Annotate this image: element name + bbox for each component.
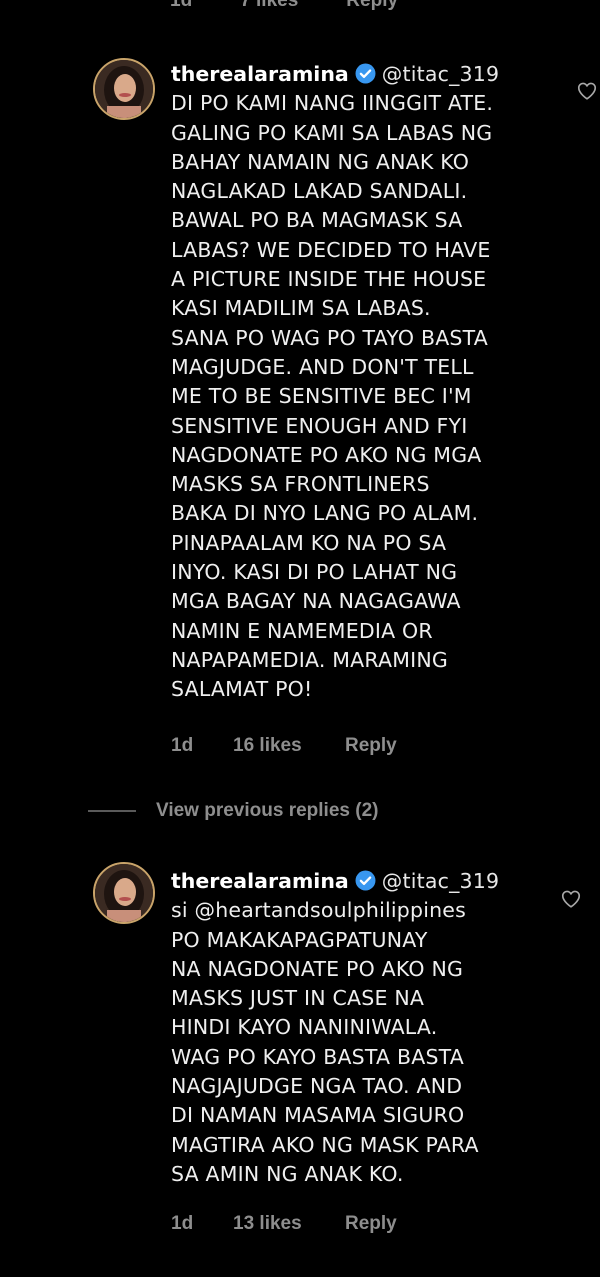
comment-likes[interactable]: 16 likes — [233, 735, 345, 757]
comment-line: INYO. KASI DI PO LAHAT NG — [171, 560, 458, 585]
comment-line: BAHAY NAMAIN NG ANAK KO — [171, 149, 470, 174]
comment-line: BAKA DI NYO LANG PO ALAM. — [171, 501, 479, 526]
comment-time: 1d — [171, 735, 194, 756]
comment-line: KASI MADILIM SA LABAS. — [171, 296, 431, 321]
comment-line: SANA PO WAG PO TAYO BASTA — [171, 325, 489, 350]
comment-line: NAGJAJUDGE NGA TAO. AND — [171, 1074, 463, 1099]
previous-comment-meta: 1d 7 likes Reply — [170, 0, 398, 12]
divider-line — [88, 810, 136, 812]
comment-line: GALING PO KAMI SA LABAS NG — [171, 120, 493, 145]
comment-line: BAWAL PO BA MAGMASK SA — [171, 208, 463, 233]
heart-outline-icon[interactable] — [560, 888, 582, 910]
profile-photo — [95, 864, 153, 922]
comment-mention[interactable]: @titac_319 — [382, 62, 499, 86]
comment-line: NAMIN E NAMEMEDIA OR — [171, 618, 433, 643]
verified-badge-icon — [355, 63, 376, 84]
comment-line: PINAPAALAM KO NA PO SA — [171, 530, 447, 555]
avatar[interactable] — [93, 862, 155, 924]
previous-comment-time: 1d — [170, 0, 193, 11]
profile-photo — [95, 60, 153, 118]
comment-line: SA AMIN NG ANAK KO. — [171, 1161, 404, 1186]
comment-body: therealaramina @titac_319 DI PO KAMI NANG… — [171, 60, 551, 705]
reply-button[interactable]: Reply — [345, 1213, 397, 1235]
comment-line: MAGJUDGE. AND DON'T TELL — [171, 354, 474, 379]
comment-username[interactable]: therealaramina — [171, 869, 349, 893]
comment-time: 1d — [171, 1213, 194, 1234]
avatar[interactable] — [93, 58, 155, 120]
comment-line: MGA BAGAY NA NAGAGAWA — [171, 589, 461, 614]
comment-username[interactable]: therealaramina — [171, 62, 349, 86]
comment-likes[interactable]: 13 likes — [233, 1213, 345, 1235]
comment-line: LABAS? WE DECIDED TO HAVE — [171, 237, 491, 262]
comment-line: PO MAKAKAPAGPATUNAY — [171, 927, 428, 952]
reply-button[interactable]: Reply — [345, 735, 397, 757]
comment-line: MAGTIRA AKO NG MASK PARA — [171, 1132, 479, 1157]
comment-meta: 1d 16 likes Reply — [171, 735, 397, 757]
view-previous-replies-button[interactable]: View previous replies (2) — [88, 800, 378, 822]
comment-body: therealaramina @titac_319 si @heartandsou… — [171, 867, 551, 1189]
comment-line: NAGDONATE PO AKO NG MGA — [171, 442, 482, 467]
comment-line: SALAMAT PO! — [171, 677, 313, 702]
comment-line: A PICTURE INSIDE THE HOUSE — [171, 267, 487, 292]
previous-comment-likes[interactable]: 7 likes — [240, 0, 298, 12]
verified-badge-icon — [355, 870, 376, 891]
comment-line: NAGLAKAD LAKAD SANDALI. — [171, 179, 468, 204]
comment-line: ME TO BE SENSITIVE BEC I'M — [171, 384, 472, 409]
comment-line: SENSITIVE ENOUGH AND FYI — [171, 413, 468, 438]
comment-line: MASKS SA FRONTLINERS — [171, 472, 430, 497]
comment-line: NA NAGDONATE PO AKO NG — [171, 956, 464, 981]
comment-meta: 1d 13 likes Reply — [171, 1213, 397, 1235]
comment-line: DI PO KAMI NANG IINGGIT ATE. — [171, 91, 494, 116]
view-previous-replies-label: View previous replies (2) — [156, 800, 379, 821]
comment-line: si @heartandsoulphilippines — [171, 898, 467, 923]
heart-outline-icon[interactable] — [576, 80, 598, 102]
comment-header-line: therealaramina @titac_319 — [171, 867, 551, 896]
comment-line: WAG PO KAYO BASTA BASTA — [171, 1044, 465, 1069]
previous-comment-reply-button[interactable]: Reply — [346, 0, 398, 12]
comment-line: HINDI KAYO NANINIWALA. — [171, 1015, 438, 1040]
comment-header-line: therealaramina @titac_319 — [171, 60, 551, 89]
comment-line: DI NAMAN MASAMA SIGURO — [171, 1103, 465, 1128]
comment-mention[interactable]: @titac_319 — [382, 869, 499, 893]
comment-line: MASKS JUST IN CASE NA — [171, 986, 425, 1011]
comment-line: NAPAPAMEDIA. MARAMING — [171, 647, 448, 672]
